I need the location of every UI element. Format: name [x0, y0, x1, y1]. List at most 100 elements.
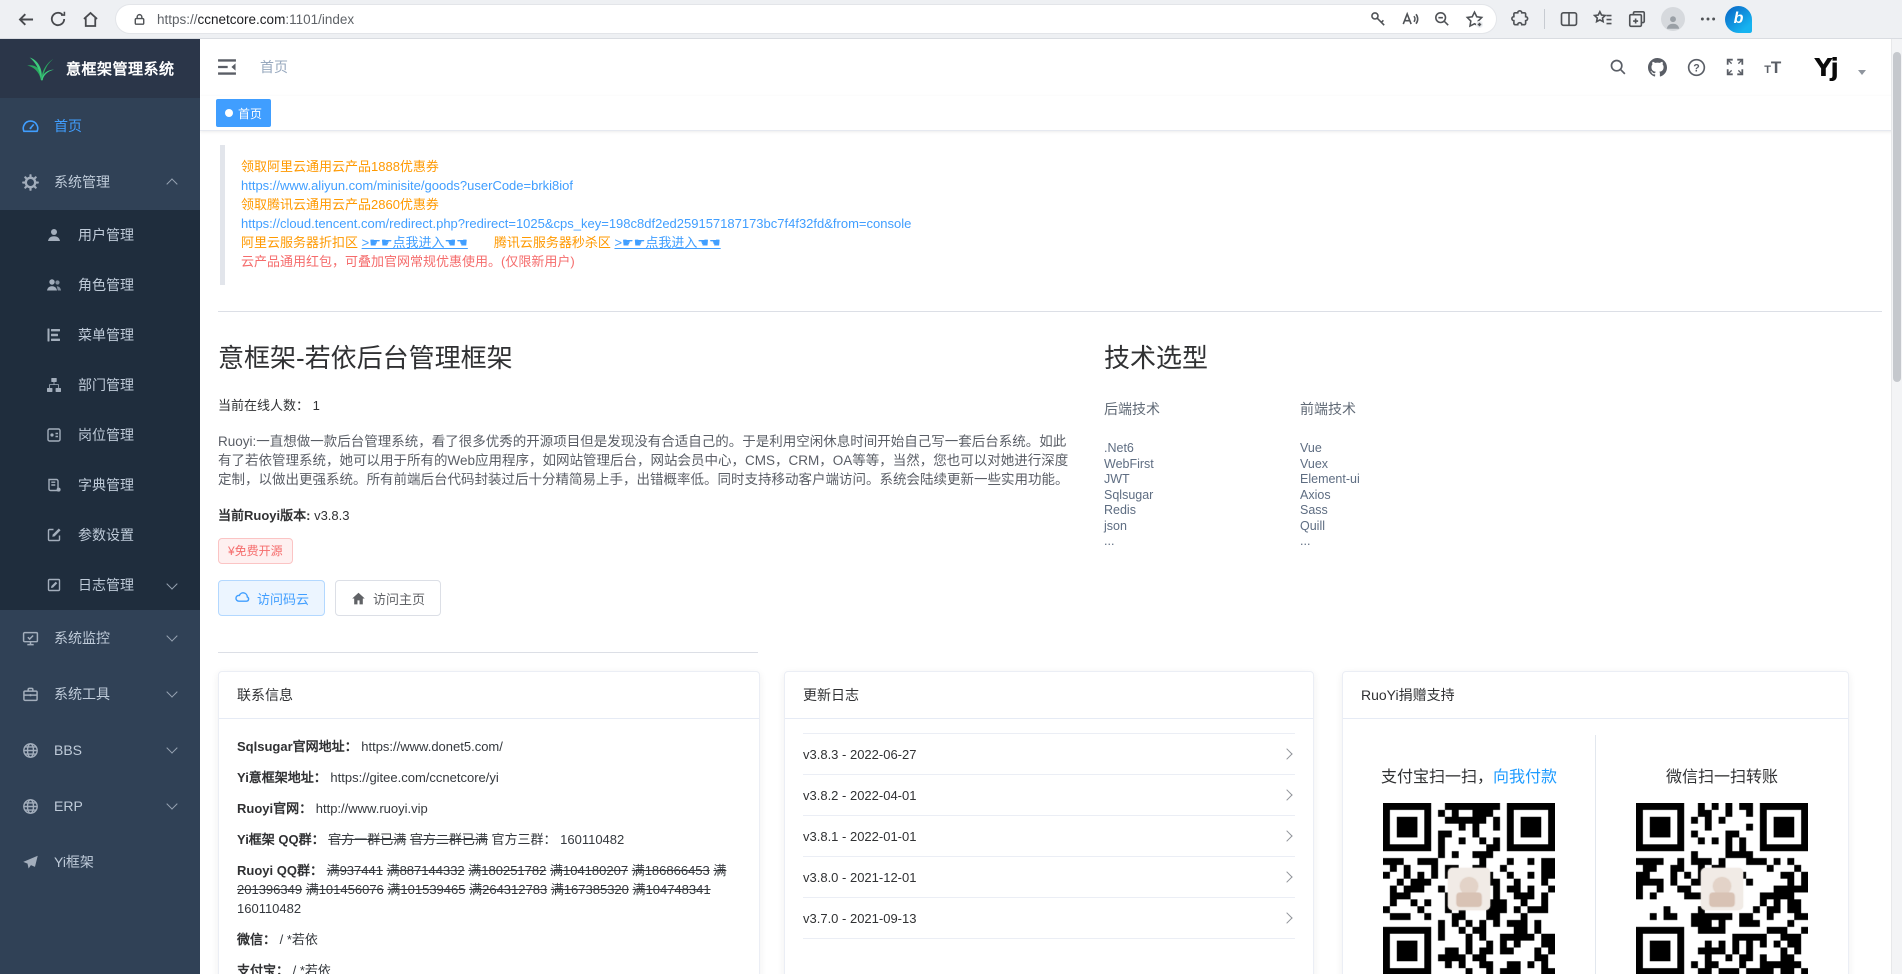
caret-down-icon[interactable] [1858, 70, 1866, 75]
tech-item: WebFirst [1104, 457, 1300, 473]
frontend-subtitle: 前端技术 [1300, 399, 1496, 419]
paper-plane-icon [22, 854, 39, 871]
breadcrumb[interactable]: 首页 [260, 57, 288, 77]
page-scrollbar[interactable] [1891, 38, 1902, 974]
sidebar-item-logs[interactable]: 日志管理 [0, 560, 200, 610]
sidebar-item-menus[interactable]: 菜单管理 [0, 310, 200, 360]
help-icon[interactable]: ? [1686, 57, 1706, 77]
tech-item: json [1104, 519, 1300, 535]
read-aloud-icon[interactable] [1401, 10, 1419, 28]
toolbox-icon [22, 686, 39, 703]
sidebar-item-bbs[interactable]: BBS [0, 722, 200, 778]
search-icon[interactable] [1608, 57, 1628, 77]
sidebar-fold-icon[interactable] [216, 56, 238, 78]
changelog-item-label: v3.8.1 - 2022-01-01 [803, 829, 916, 844]
tech-item: Sqlsugar [1104, 488, 1300, 504]
user-avatar-logo[interactable]: Yj [1814, 53, 1837, 82]
profile-avatar[interactable] [1661, 7, 1685, 31]
users-icon [46, 277, 63, 294]
home-icon[interactable] [74, 3, 106, 35]
tree-list-icon [46, 327, 63, 344]
password-key-icon[interactable] [1369, 10, 1387, 28]
contact-value: 官方二群已满 [410, 832, 488, 847]
back-icon[interactable] [10, 3, 42, 35]
zoom-out-icon[interactable] [1433, 10, 1451, 28]
alipay-qr-code [1383, 803, 1555, 974]
contact-value: 满937441 [327, 863, 383, 878]
contact-link[interactable]: https://www.donet5.com/ [361, 739, 503, 754]
contact-label: Yi框架 QQ群： [237, 832, 328, 847]
main-area: 首页 ? TT Yj 首页 领取阿里云通用云产品1888优惠券https:// [200, 38, 1902, 974]
sidebar-item-system[interactable]: 系统管理 [0, 154, 200, 210]
changelog-item[interactable]: v3.8.3 - 2022-06-27 [803, 734, 1295, 775]
monitor-icon [22, 630, 39, 647]
contact-row: Ruoyi官网： http://www.ruoyi.vip [237, 799, 741, 818]
user-icon [46, 227, 63, 244]
more-menu-icon[interactable] [1699, 10, 1717, 28]
contact-card: 联系信息 Sqlsugar官网地址： https://www.donet5.co… [218, 671, 760, 974]
tag-home[interactable]: 首页 [216, 99, 271, 127]
frontend-list: VueVuexElement-uiAxiosSassQuill... [1300, 441, 1496, 550]
contact-link[interactable]: https://gitee.com/ccnetcore/yi [330, 770, 498, 785]
fullscreen-icon[interactable] [1725, 57, 1745, 77]
notice-link[interactable]: >☛☛点我进入☚☚ [362, 235, 468, 250]
contact-label: Yi意框架地址： [237, 770, 330, 785]
sidebar-item-params[interactable]: 参数设置 [0, 510, 200, 560]
visit-gitee-button[interactable]: 访问码云 [218, 580, 325, 616]
intro-paragraph: Ruoyi:一直想做一款后台管理系统，看了很多优秀的开源项目但是发现没有合适自己… [218, 432, 1070, 489]
sidebar-item-roles[interactable]: 角色管理 [0, 260, 200, 310]
chevron-right-icon [1281, 789, 1292, 800]
sidebar-item-departments[interactable]: 部门管理 [0, 360, 200, 410]
font-size-icon[interactable]: TT [1764, 59, 1781, 76]
sidebar-item-tools[interactable]: 系统工具 [0, 666, 200, 722]
chevron-down-icon [166, 686, 177, 697]
sidebar-item-monitor[interactable]: 系统监控 [0, 610, 200, 666]
sidebar-item-yi[interactable]: Yi框架 [0, 834, 200, 890]
chevron-right-icon [1281, 830, 1292, 841]
notice-link[interactable]: >☛☛点我进入☚☚ [614, 235, 720, 250]
tech-item: JWT [1104, 472, 1300, 488]
online-count: 当前在线人数： 1 [218, 395, 1070, 414]
notice-link[interactable]: https://www.aliyun.com/minisite/goods?us… [241, 178, 573, 193]
address-bar[interactable]: https://ccnetcore.com:1101/index [116, 5, 1496, 33]
notice-line: https://cloud.tencent.com/redirect.php?r… [241, 214, 1882, 233]
favorites-icon[interactable] [1593, 9, 1613, 29]
globe-icon [22, 742, 39, 759]
contact-value: 满186866453 [632, 863, 710, 878]
extensions-icon[interactable] [1510, 9, 1530, 29]
notice-link[interactable]: https://cloud.tencent.com/redirect.php?r… [241, 216, 911, 231]
notice-line: 领取腾讯云通用云产品2860优惠券 [241, 195, 1882, 214]
sidebar-item-erp[interactable]: ERP [0, 778, 200, 834]
contact-label: Sqlsugar官网地址： [237, 739, 361, 754]
contact-label: Ruoyi QQ群： [237, 863, 327, 878]
copilot-icon[interactable]: b [1725, 6, 1752, 33]
contact-label: 微信： [237, 932, 280, 947]
cloud-icon [234, 590, 250, 606]
tech-item: .Net6 [1104, 441, 1300, 457]
refresh-icon[interactable] [42, 3, 74, 35]
changelog-item-label: v3.7.0 - 2021-09-13 [803, 911, 916, 926]
changelog-list: v3.8.3 - 2022-06-27v3.8.2 - 2022-04-01 v3… [803, 733, 1295, 939]
sidebar-item-users[interactable]: 用户管理 [0, 210, 200, 260]
visit-homepage-button[interactable]: 访问主页 [335, 580, 441, 616]
notice-line: https://www.aliyun.com/minisite/goods?us… [241, 176, 1882, 195]
system-submenu: 用户管理 角色管理 菜单管理 部门管理 岗位管理 [0, 210, 200, 610]
changelog-item[interactable]: v3.8.2 - 2022-04-01 [803, 775, 1295, 816]
contact-link[interactable]: http://www.ruoyi.vip [316, 801, 428, 816]
github-icon[interactable] [1647, 57, 1667, 77]
sidebar-item-home[interactable]: 首页 [0, 98, 200, 154]
split-screen-icon[interactable] [1559, 9, 1579, 29]
changelog-item[interactable]: v3.8.1 - 2022-01-01 [803, 816, 1295, 857]
edit-square-icon [46, 527, 63, 544]
favorite-add-icon[interactable] [1465, 10, 1484, 29]
gear-icon [22, 174, 39, 191]
changelog-item[interactable]: v3.7.0 - 2021-09-13 [803, 898, 1295, 939]
sidebar-item-dicts[interactable]: 字典管理 [0, 460, 200, 510]
sidebar-item-posts[interactable]: 岗位管理 [0, 410, 200, 460]
pay-me-link[interactable]: 向我付款 [1493, 769, 1557, 786]
changelog-item[interactable]: v3.8.0 - 2021-12-01 [803, 857, 1295, 898]
collections-icon[interactable] [1627, 9, 1647, 29]
app-logo[interactable]: 意框架管理系统 [0, 38, 200, 98]
scrollbar-thumb[interactable] [1893, 52, 1901, 382]
chevron-down-icon [166, 798, 177, 809]
